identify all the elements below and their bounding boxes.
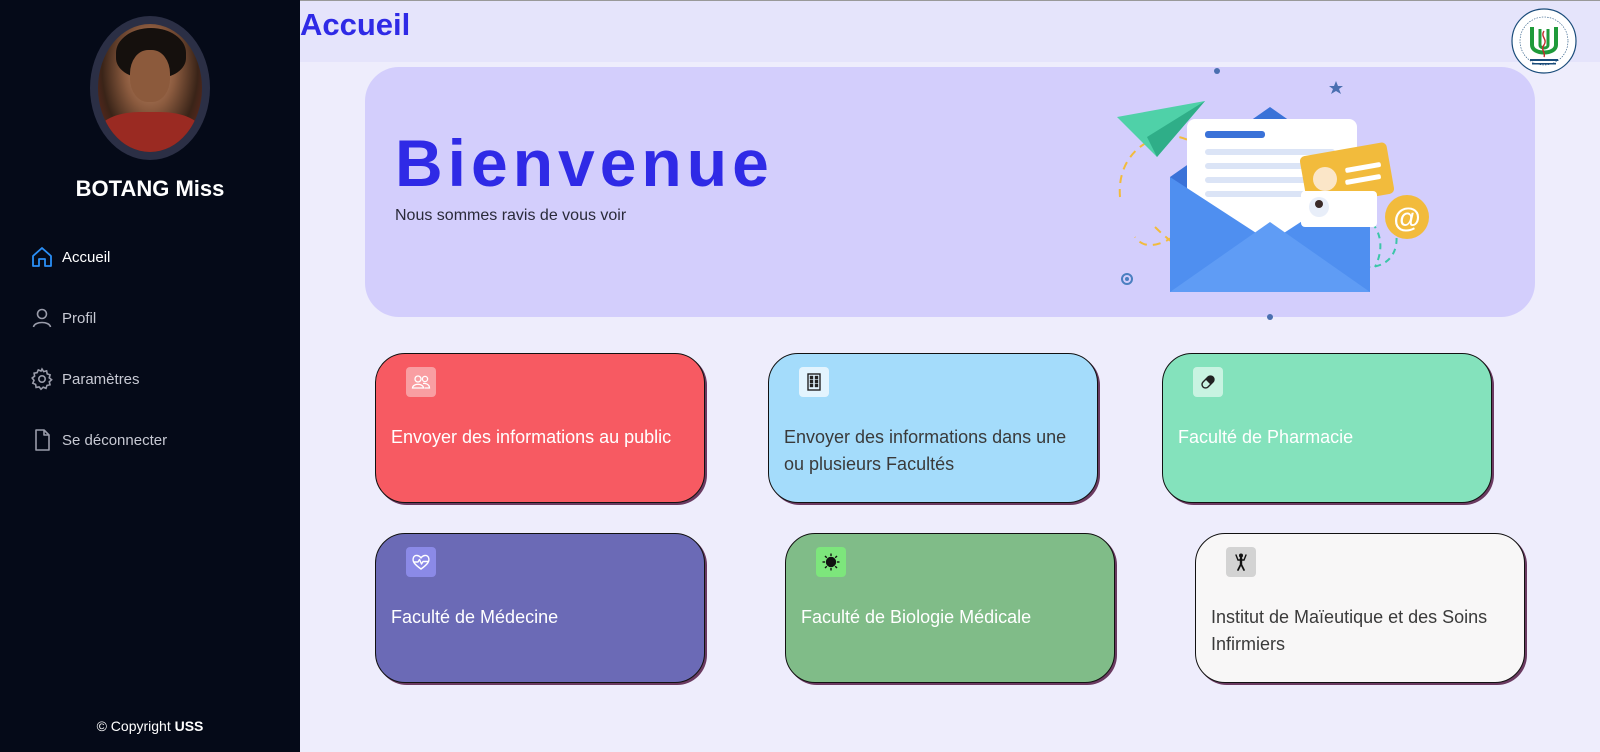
avatar-frame xyxy=(90,16,210,160)
university-logo-icon xyxy=(1511,8,1577,74)
sidebar-item-profil[interactable]: Profil xyxy=(30,306,290,330)
welcome-banner: Bienvenue Nous sommes ravis de vous voir xyxy=(365,67,1535,320)
copyright-brand: USS xyxy=(174,718,204,734)
card-icon-box xyxy=(406,547,436,577)
copyright-prefix: © Copyright xyxy=(96,718,171,734)
mail-envelope-illustration: @ xyxy=(1117,68,1429,320)
card-label: Faculté de Biologie Médicale xyxy=(801,607,1032,627)
copyright: © Copyright USS xyxy=(0,718,300,734)
people-icon xyxy=(411,375,431,389)
card-info-facultes[interactable]: Envoyer des informations dans une ou plu… xyxy=(768,353,1098,503)
card-label: Envoyer des informations au public xyxy=(391,427,672,447)
welcome-subtitle: Nous sommes ravis de vous voir xyxy=(395,207,627,224)
header: Accueil xyxy=(300,0,1600,74)
card-icon-box xyxy=(1226,547,1256,577)
card-label: Envoyer des informations dans une ou plu… xyxy=(784,427,1067,474)
card-icon-box xyxy=(799,367,829,397)
pill-icon xyxy=(1201,375,1215,389)
sidebar-item-parametres[interactable]: Paramètres xyxy=(30,367,290,391)
gear-icon xyxy=(31,367,53,391)
card-info-public[interactable]: Envoyer des informations au public xyxy=(375,353,705,503)
user-name: BOTANG Miss xyxy=(75,176,225,201)
sidebar-item-logout[interactable]: Se déconnecter xyxy=(30,428,290,452)
card-faculte-biologie[interactable]: Faculté de Biologie Médicale xyxy=(785,533,1115,683)
building-icon xyxy=(807,373,821,391)
card-label: Institut de Maïeutique et des Soins Infi… xyxy=(1211,607,1488,654)
document-icon xyxy=(35,429,50,451)
sidebar-item-accueil[interactable]: Accueil xyxy=(30,245,290,269)
sidebar-item-label: Se déconnecter xyxy=(62,431,168,449)
sidebar-nav: Accueil Profil Paramètres Se déconnecter xyxy=(30,245,290,489)
avatar[interactable] xyxy=(98,24,202,152)
sidebar-item-label: Paramètres xyxy=(62,370,140,388)
card-icon-box xyxy=(406,367,436,397)
card-icon-box xyxy=(816,547,846,577)
virus-icon xyxy=(822,553,840,571)
user-icon xyxy=(32,308,52,328)
heart-pulse-icon xyxy=(412,554,430,570)
card-faculte-pharmacie[interactable]: Faculté de Pharmacie xyxy=(1162,353,1492,503)
svg-text:@: @ xyxy=(1393,202,1420,233)
card-label: Faculté de Médecine xyxy=(391,607,559,627)
sidebar-item-label: Profil xyxy=(62,309,97,327)
page-title: Accueil xyxy=(300,7,411,42)
sidebar-item-label: Accueil xyxy=(62,248,111,266)
card-institut-maieutique[interactable]: Institut de Maïeutique et des Soins Infi… xyxy=(1195,533,1525,683)
card-icon-box xyxy=(1193,367,1223,397)
card-faculte-medecine[interactable]: Faculté de Médecine xyxy=(375,533,705,683)
person-icon xyxy=(1235,553,1247,571)
home-icon xyxy=(32,247,52,267)
sidebar: BOTANG Miss Accueil Profil Paramètres Se… xyxy=(0,0,300,752)
card-label: Faculté de Pharmacie xyxy=(1178,427,1354,447)
welcome-title: Bienvenue xyxy=(395,126,774,200)
